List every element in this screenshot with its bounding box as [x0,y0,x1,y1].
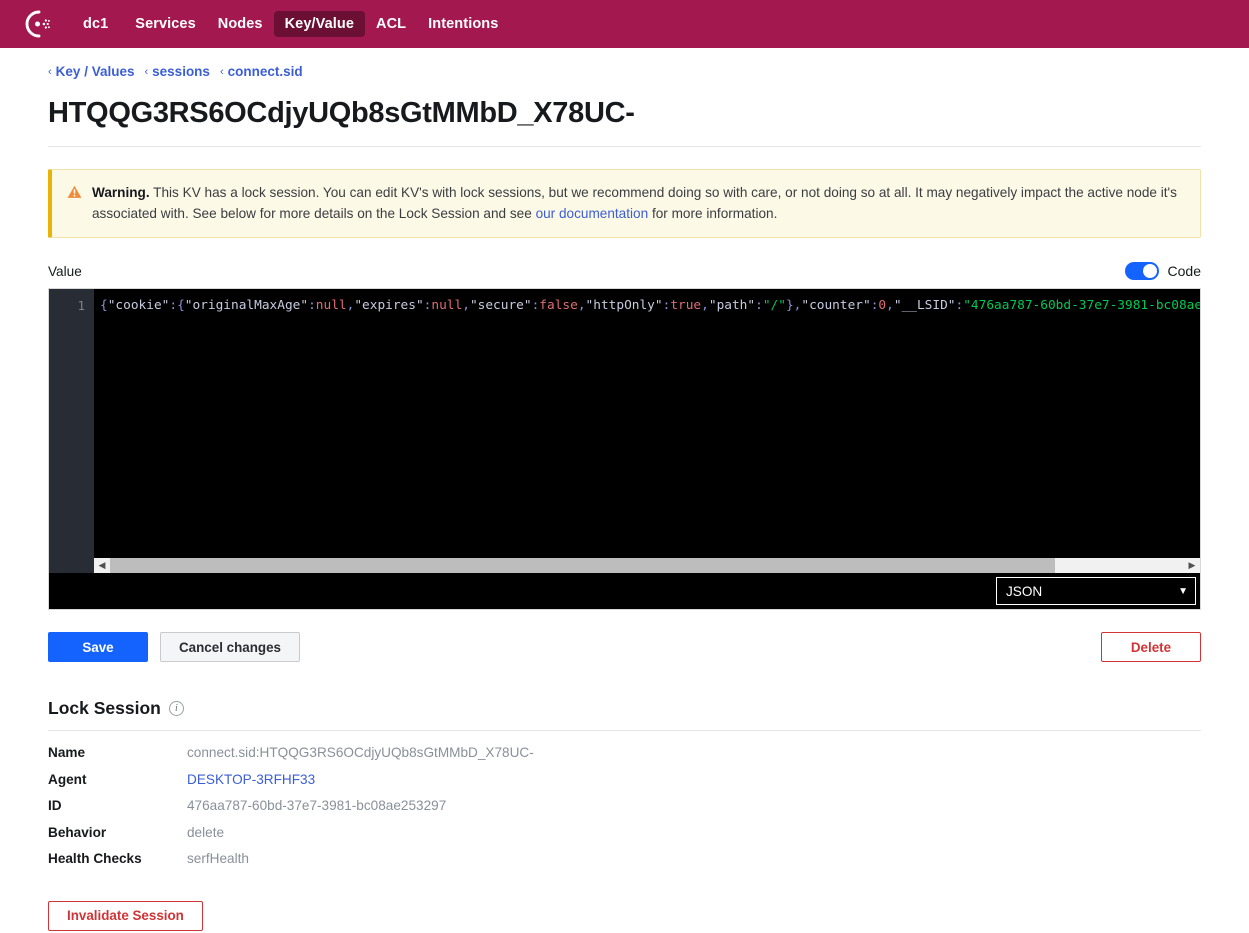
language-select[interactable]: JSON ▼ [996,577,1196,606]
nav-item-acl[interactable]: ACL [365,11,417,37]
delete-button[interactable]: Delete [1101,632,1201,663]
code-token: "expires" [354,298,424,314]
code-token: "__LSID" [893,298,956,314]
detail-label-agent: Agent [48,771,87,787]
chevron-left-icon: ‹ [48,65,52,78]
nav-item-key-value[interactable]: Key/Value [273,11,366,37]
code-token: "httpOnly" [585,298,663,314]
detail-label-id: ID [48,798,62,814]
warning-banner: Warning. This KV has a lock session. You… [48,169,1201,239]
detail-row-agent: Agent DESKTOP-3RFHF33 [48,772,1201,799]
scroll-right-arrow-icon[interactable]: ▶ [1184,557,1200,574]
scroll-left-arrow-icon[interactable]: ◀ [94,557,110,574]
chevron-down-icon: ▼ [1178,585,1188,597]
scrollbar-track[interactable] [110,557,1184,574]
detail-value-id: 476aa787-60bd-37e7-3981-bc08ae253297 [187,798,447,814]
save-button[interactable]: Save [48,632,148,663]
detail-row-health-checks: Health Checks serfHealth [48,851,1201,878]
editor-code-content[interactable]: {"cookie":{"originalMaxAge":null,"expire… [94,289,1200,576]
code-token: "476aa787-60bd-37e7-3981-bc08ae [963,298,1200,314]
code-token: : [308,298,316,314]
value-code-editor[interactable]: 1 {"cookie":{"originalMaxAge":null,"expi… [48,288,1201,611]
info-icon[interactable]: i [168,701,184,717]
lock-session-title: Lock Session [48,698,161,719]
value-header-row: Value Code [48,260,1201,282]
code-toggle-label: Code [1167,263,1201,280]
nav-item-intentions[interactable]: Intentions [417,11,509,37]
breadcrumb-item-connect-sid[interactable]: ‹ connect.sid [220,64,303,79]
code-toggle-switch[interactable] [1124,262,1159,281]
lock-session-header: Lock Session i [48,698,1201,732]
detail-value-agent-link[interactable]: DESKTOP-3RFHF33 [187,772,315,787]
code-token: "cookie" [107,298,170,314]
code-token: null [315,298,347,314]
chevron-left-icon: ‹ [144,65,149,78]
breadcrumb-link-sessions[interactable]: sessions [152,64,210,79]
detail-value-name: connect.sid:HTQQG3RS6OCdjyUQb8sGtMMbD_X7… [187,745,534,761]
code-token: "originalMaxAge" [184,298,309,314]
code-token: :{ [169,298,185,314]
warning-bold-label: Warning. [92,185,150,200]
code-token: false [539,298,578,314]
documentation-link[interactable]: our documentation [536,206,649,221]
nav-item-nodes[interactable]: Nodes [207,11,274,37]
breadcrumb-item-key-values[interactable]: ‹ Key / Values [48,64,134,79]
code-token: , [886,298,894,314]
editor-body[interactable]: 1 {"cookie":{"originalMaxAge":null,"expi… [49,289,1200,576]
code-token: 0 [878,298,887,314]
code-token: null [431,298,463,314]
page-title: HTQQG3RS6OCdjyUQb8sGtMMbD_X78UC- [48,97,1201,147]
chevron-left-icon: ‹ [219,65,224,78]
editor-line-numbers: 1 [49,289,94,576]
top-navigation-bar: dc1 Services Nodes Key/Value ACL Intenti… [0,0,1249,48]
invalidate-session-button[interactable]: Invalidate Session [48,900,203,931]
code-token: { [100,298,108,314]
code-token: , [462,298,470,314]
code-token: "path" [708,298,756,314]
lock-session-details: Name connect.sid:HTQQG3RS6OCdjyUQb8sGtMM… [48,745,1201,878]
invalidate-session-row: Invalidate Session [48,900,1201,931]
scrollbar-thumb[interactable] [110,557,1056,574]
primary-actions-group: Save Cancel changes [48,632,300,663]
language-select-value: JSON [1006,583,1043,599]
warning-text: Warning. This KV has a lock session. You… [92,183,1184,224]
detail-row-id: ID 476aa787-60bd-37e7-3981-bc08ae253297 [48,798,1201,825]
code-token: , [701,298,709,314]
code-toggle-group[interactable]: Code [1124,262,1201,281]
detail-value-behavior: delete [187,824,225,840]
value-label: Value [48,263,82,279]
warning-body-after: for more information. [648,205,778,221]
code-token: : [755,298,763,314]
code-token: true [670,298,702,314]
detail-row-name: Name connect.sid:HTQQG3RS6OCdjyUQb8sGtMM… [48,745,1201,772]
action-button-row: Save Cancel changes Delete [48,632,1201,663]
breadcrumb-link-key-values[interactable]: Key / Values [56,64,135,79]
detail-value-health-checks: serfHealth [187,851,249,867]
detail-label-health-checks: Health Checks [48,851,142,867]
breadcrumb-item-sessions[interactable]: ‹ sessions [144,64,209,79]
cancel-changes-button[interactable]: Cancel changes [160,632,300,663]
nav-item-services[interactable]: Services [124,11,206,37]
code-token: "/" [762,298,786,314]
editor-horizontal-scrollbar[interactable]: ◀ ▶ [94,557,1200,574]
code-token: "counter" [801,298,871,314]
consul-logo-icon[interactable] [16,7,62,41]
editor-footer: JSON ▼ [49,573,1200,610]
code-token: "secure" [469,298,532,314]
detail-label-behavior: Behavior [48,824,107,840]
code-token: , [577,298,586,314]
nav-item-datacenter[interactable]: dc1 [76,11,124,37]
detail-row-behavior: Behavior delete [48,825,1201,852]
code-token: }, [785,298,802,314]
breadcrumb-link-connect-sid[interactable]: connect.sid [228,64,303,79]
breadcrumb: ‹ Key / Values ‹ sessions ‹ connect.sid [48,48,1201,79]
warning-triangle-icon [67,185,82,224]
detail-label-name: Name [48,745,86,761]
